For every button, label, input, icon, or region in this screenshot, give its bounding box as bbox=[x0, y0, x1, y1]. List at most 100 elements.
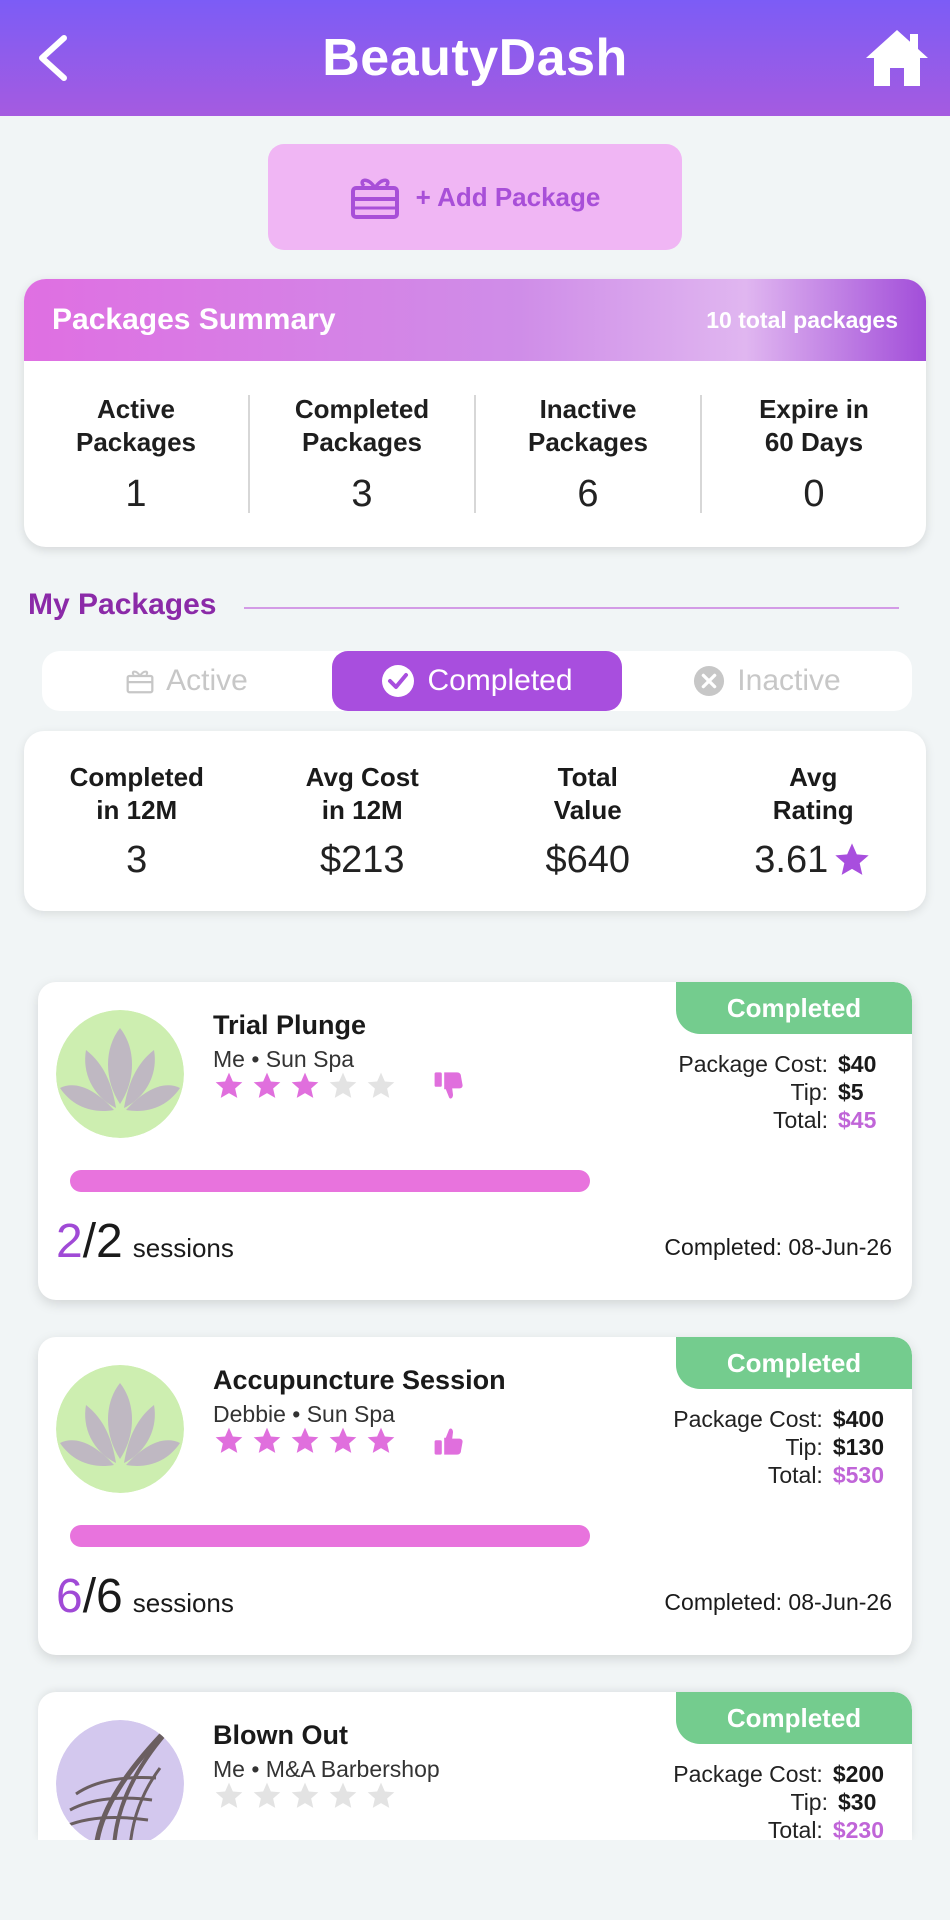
star-icon bbox=[835, 843, 869, 875]
package-card[interactable]: Completed Blown Out Me • M&A Barbershop … bbox=[38, 1692, 912, 1840]
stat-expiring[interactable]: Expire in 60 Days 0 bbox=[702, 393, 926, 516]
completed-date: Completed: 08-Jun-26 bbox=[664, 1589, 892, 1615]
completed-metrics-card: Completed in 12M 3 Avg Cost in 12M $213 To… bbox=[24, 731, 926, 911]
tab-label: Active bbox=[166, 664, 248, 697]
back-arrow-icon[interactable] bbox=[28, 30, 84, 86]
total-label: Total: bbox=[767, 1817, 823, 1840]
cost-label: Package Cost: bbox=[673, 1761, 823, 1787]
metric-label: Avg Rating bbox=[772, 761, 854, 825]
tab-active[interactable]: Active bbox=[42, 651, 332, 711]
sessions-done: 6 bbox=[56, 1570, 83, 1623]
sessions-word: sessions bbox=[132, 1233, 234, 1263]
star-empty-icon[interactable] bbox=[365, 1780, 397, 1812]
metric-avg-cost: Avg Cost in 12M $213 bbox=[250, 761, 476, 882]
tab-label: Inactive bbox=[737, 664, 841, 697]
star-filled-icon[interactable] bbox=[213, 1070, 245, 1102]
add-package-button[interactable]: + Add Package bbox=[268, 144, 682, 250]
total-label: Total: bbox=[767, 1462, 823, 1488]
stat-active[interactable]: Active Packages 1 bbox=[24, 393, 248, 516]
sessions-done: 2 bbox=[56, 1215, 83, 1268]
rating-stars[interactable] bbox=[213, 1070, 465, 1102]
x-circle-icon bbox=[694, 665, 725, 697]
star-empty-icon[interactable] bbox=[365, 1070, 397, 1102]
thumbs-down-icon[interactable] bbox=[433, 1070, 465, 1102]
status-badge: Completed bbox=[676, 1692, 912, 1744]
package-card[interactable]: Completed Accupuncture Session Debbie • … bbox=[38, 1337, 912, 1655]
star-empty-icon[interactable] bbox=[327, 1780, 359, 1812]
star-filled-icon[interactable] bbox=[327, 1425, 359, 1457]
sessions-total: /2 bbox=[82, 1215, 123, 1268]
star-filled-icon[interactable] bbox=[251, 1070, 283, 1102]
metric-value: $640 bbox=[545, 838, 631, 881]
cost-value: $40 bbox=[838, 1051, 877, 1077]
sessions-count: 2 /2 sessions bbox=[56, 1214, 234, 1269]
metric-label: Completed in 12M bbox=[69, 761, 204, 825]
rating-stars[interactable] bbox=[213, 1425, 465, 1457]
sessions-word: sessions bbox=[132, 1588, 234, 1618]
star-empty-icon[interactable] bbox=[327, 1070, 359, 1102]
home-icon[interactable] bbox=[864, 26, 930, 90]
tab-inactive[interactable]: Inactive bbox=[622, 651, 912, 711]
metric-label: Total Value bbox=[553, 761, 622, 825]
tab-completed[interactable]: Completed bbox=[332, 651, 622, 711]
packages-summary-card: Packages Summary 10 total packages Activ… bbox=[24, 279, 926, 547]
star-filled-icon[interactable] bbox=[365, 1425, 397, 1457]
star-filled-icon[interactable] bbox=[289, 1425, 321, 1457]
metric-completed-12m: Completed in 12M 3 bbox=[24, 761, 250, 882]
star-empty-icon[interactable] bbox=[251, 1780, 283, 1812]
package-meta: Debbie • Sun Spa bbox=[213, 1401, 395, 1427]
star-filled-icon[interactable] bbox=[213, 1425, 245, 1457]
star-empty-icon[interactable] bbox=[213, 1780, 245, 1812]
hair-icon bbox=[56, 1720, 184, 1840]
lotus-icon bbox=[56, 1010, 184, 1138]
total-value: $45 bbox=[838, 1107, 877, 1133]
cost-label: Package Cost: bbox=[678, 1051, 828, 1077]
total-value: $230 bbox=[832, 1817, 884, 1840]
stat-completed[interactable]: Completed Packages 3 bbox=[250, 393, 474, 516]
status-badge: Completed bbox=[676, 982, 912, 1034]
stat-label: Inactive Packages bbox=[528, 393, 648, 457]
cost-value: $200 bbox=[832, 1761, 884, 1787]
package-card[interactable]: Completed Trial Plunge Me • Sun Spa Pack… bbox=[38, 982, 912, 1300]
sessions-progress-bar bbox=[70, 1525, 590, 1547]
stat-label: Active Packages bbox=[76, 393, 196, 457]
tip-value: $5 bbox=[838, 1079, 864, 1105]
completed-date: Completed: 08-Jun-26 bbox=[664, 1234, 892, 1260]
rating-stars[interactable] bbox=[213, 1780, 397, 1812]
app-title: BeautyDash bbox=[322, 29, 628, 87]
tab-label: Completed bbox=[427, 664, 573, 697]
sessions-progress-bar bbox=[70, 1170, 590, 1192]
bottom-spacer bbox=[0, 1840, 950, 1920]
total-label: Total: bbox=[773, 1107, 828, 1133]
star-filled-icon[interactable] bbox=[289, 1070, 321, 1102]
stat-label: Completed Packages bbox=[294, 393, 430, 457]
metric-value: 3.61 bbox=[701, 839, 927, 882]
thumbs-up-icon[interactable] bbox=[433, 1425, 465, 1457]
add-package-label: + Add Package bbox=[415, 181, 601, 212]
summary-total-count: 10 total packages bbox=[706, 306, 898, 333]
cost-breakdown: Package Cost: $40 Tip: $5 Total: $45 bbox=[678, 1050, 884, 1134]
metric-total-value: Total Value $640 bbox=[475, 761, 701, 882]
metric-value: 3 bbox=[126, 838, 148, 881]
tip-value: $30 bbox=[838, 1789, 877, 1815]
stat-label: Expire in 60 Days bbox=[759, 393, 869, 457]
cost-value: $400 bbox=[832, 1406, 884, 1432]
package-meta: Me • M&A Barbershop bbox=[213, 1756, 440, 1782]
sessions-count: 6 /6 sessions bbox=[56, 1569, 234, 1624]
cost-breakdown: Package Cost: $200 Tip: $30 Total: $230 bbox=[673, 1760, 884, 1840]
cost-label: Package Cost: bbox=[673, 1406, 823, 1432]
cost-breakdown: Package Cost: $400 Tip: $130 Total: $530 bbox=[673, 1405, 884, 1489]
check-circle-icon bbox=[382, 665, 415, 697]
star-filled-icon[interactable] bbox=[251, 1425, 283, 1457]
summary-header: Packages Summary 10 total packages bbox=[24, 279, 926, 361]
summary-title: Packages Summary bbox=[52, 303, 336, 336]
status-badge: Completed bbox=[676, 1337, 912, 1389]
app-header: BeautyDash bbox=[0, 0, 950, 116]
stat-inactive[interactable]: Inactive Packages 6 bbox=[476, 393, 700, 516]
summary-stats: Active Packages 1 Completed Packages 3 Ina… bbox=[24, 361, 926, 547]
metric-value: $213 bbox=[319, 838, 405, 881]
package-name: Blown Out bbox=[213, 1720, 348, 1750]
total-value: $530 bbox=[832, 1462, 884, 1488]
stat-value: 6 bbox=[577, 472, 599, 515]
star-empty-icon[interactable] bbox=[289, 1780, 321, 1812]
